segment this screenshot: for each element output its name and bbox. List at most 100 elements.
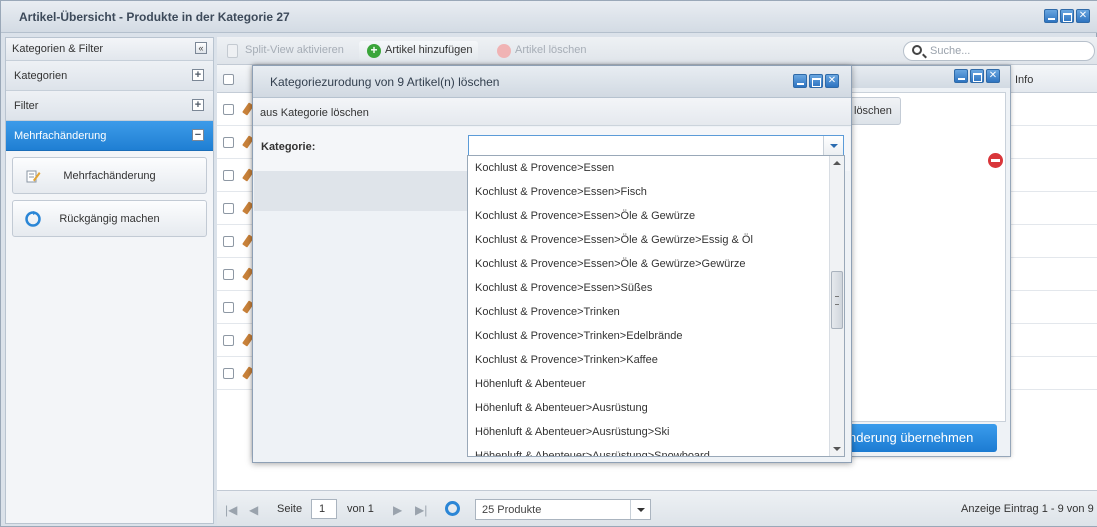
sidebar-section-label: Mehrfachänderung bbox=[14, 130, 107, 142]
pager: |◀ ◀ Seite 1 von 1 ▶ ▶| 25 Produkte Anze… bbox=[217, 490, 1097, 526]
row-checkbox[interactable] bbox=[223, 104, 234, 115]
collapse-icon[interactable]: « bbox=[195, 42, 207, 54]
close-icon[interactable]: ✕ bbox=[986, 69, 1000, 83]
dropdown-item[interactable]: Kochlust & Provence>Trinken>Kaffee bbox=[468, 348, 844, 372]
row-checkbox[interactable] bbox=[223, 269, 234, 280]
scroll-down-icon[interactable] bbox=[833, 447, 841, 455]
dropdown-item[interactable]: Höhenluft & Abenteuer>Ausrüstung>Snowboa… bbox=[468, 444, 844, 456]
page-label: Seite bbox=[277, 503, 303, 515]
sidebar: Kategorien & Filter « Kategorien + Filte… bbox=[5, 37, 214, 524]
add-icon: + bbox=[367, 44, 381, 58]
scrollbar-thumb[interactable] bbox=[831, 271, 843, 329]
dropdown-scrollbar[interactable] bbox=[829, 156, 844, 456]
column-header-info[interactable]: Info bbox=[1015, 74, 1033, 86]
row-checkbox[interactable] bbox=[223, 203, 234, 214]
next-page-icon[interactable]: ▶ bbox=[393, 503, 402, 517]
toolbar: Split-View aktivieren + Artikel hinzufüg… bbox=[217, 37, 1097, 65]
add-article-label: Artikel hinzufügen bbox=[385, 44, 473, 56]
dialog-controls: ✕ bbox=[793, 74, 839, 88]
action-label: Mehrfachänderung bbox=[63, 170, 156, 182]
split-view-button[interactable]: Split-View aktivieren bbox=[219, 41, 350, 61]
main-titlebar: Artikel-Übersicht - Produkte in der Kate… bbox=[1, 1, 1097, 33]
dropdown-item[interactable]: Kochlust & Provence>Essen>Öle & Gewürze>… bbox=[468, 252, 844, 276]
action-label: Rückgängig machen bbox=[59, 213, 160, 225]
row-checkbox[interactable] bbox=[223, 170, 234, 181]
delete-article-label: Artikel löschen bbox=[515, 44, 587, 56]
dropdown-item[interactable]: Höhenluft & Abenteuer>Ausrüstung bbox=[468, 396, 844, 420]
add-article-button[interactable]: + Artikel hinzufügen bbox=[359, 41, 479, 61]
page-number-input[interactable]: 1 bbox=[311, 499, 337, 519]
page-number-value: 1 bbox=[319, 503, 326, 515]
mehrfachaenderung-button[interactable]: Mehrfachänderung bbox=[12, 157, 207, 194]
page-size-value: 25 Produkte bbox=[482, 504, 542, 516]
split-view-label: Split-View aktivieren bbox=[245, 44, 344, 56]
sidebar-section-kategorien[interactable]: Kategorien + bbox=[6, 61, 213, 91]
minimize-icon[interactable] bbox=[1044, 9, 1058, 23]
dropdown-item[interactable]: Kochlust & Provence>Essen>Süßes bbox=[468, 276, 844, 300]
first-page-icon[interactable]: |◀ bbox=[225, 503, 237, 517]
sidebar-header: Kategorien & Filter « bbox=[6, 38, 213, 61]
loeschen-label: löschen bbox=[854, 105, 892, 117]
row-checkbox[interactable] bbox=[223, 236, 234, 247]
dialog-lower-panel bbox=[254, 171, 468, 211]
search-icon bbox=[912, 45, 922, 55]
maximize-icon[interactable] bbox=[809, 74, 823, 88]
dropdown-item[interactable]: Kochlust & Provence>Essen>Öle & Gewürze>… bbox=[468, 228, 844, 252]
close-icon[interactable]: ✕ bbox=[1076, 9, 1090, 23]
last-page-icon[interactable]: ▶| bbox=[415, 503, 427, 517]
expand-icon[interactable]: + bbox=[192, 69, 204, 81]
dropdown-item[interactable]: Höhenluft & Abenteuer bbox=[468, 372, 844, 396]
window-controls: ✕ bbox=[1044, 9, 1090, 23]
dialog-subtitle-bar: aus Kategorie löschen bbox=[253, 98, 851, 126]
background-dialog-controls: ✕ bbox=[954, 69, 1000, 83]
category-dropdown-list[interactable]: Kochlust & Provence>Essen Kochlust & Prov… bbox=[467, 155, 845, 457]
delete-icon bbox=[497, 44, 511, 58]
dropdown-items: Kochlust & Provence>Essen Kochlust & Prov… bbox=[468, 156, 844, 456]
sidebar-header-label: Kategorien & Filter bbox=[12, 43, 104, 55]
chevron-down-icon[interactable] bbox=[630, 500, 650, 519]
row-checkbox[interactable] bbox=[223, 335, 234, 346]
search-placeholder: Suche... bbox=[930, 45, 971, 57]
category-label: Kategorie: bbox=[261, 141, 316, 153]
row-checkbox[interactable] bbox=[223, 137, 234, 148]
chevron-down-icon[interactable] bbox=[823, 136, 843, 157]
main-window: Artikel-Übersicht - Produkte in der Kate… bbox=[0, 0, 1097, 527]
sidebar-section-label: Kategorien bbox=[14, 70, 68, 82]
search-input[interactable]: Suche... bbox=[903, 41, 1095, 61]
dropdown-item[interactable]: Kochlust & Provence>Essen bbox=[468, 156, 844, 180]
page-of-label: von 1 bbox=[347, 503, 374, 515]
apply-changes-button[interactable]: nderung übernehmen bbox=[837, 424, 997, 452]
apply-changes-label: nderung übernehmen bbox=[849, 430, 974, 445]
minimize-icon[interactable] bbox=[954, 69, 968, 83]
minimize-icon[interactable] bbox=[793, 74, 807, 88]
dropdown-item[interactable]: Höhenluft & Abenteuer>Ausrüstung>Ski bbox=[468, 420, 844, 444]
split-view-icon bbox=[227, 44, 238, 58]
window-title: Artikel-Übersicht - Produkte in der Kate… bbox=[19, 10, 290, 24]
expand-icon[interactable]: + bbox=[192, 99, 204, 111]
row-checkbox[interactable] bbox=[223, 302, 234, 313]
dialog-title: Kategoriezurodung von 9 Artikel(n) lösch… bbox=[270, 75, 500, 89]
scroll-up-icon[interactable] bbox=[833, 157, 841, 165]
delete-article-button[interactable]: Artikel löschen bbox=[489, 41, 593, 61]
select-all-checkbox[interactable] bbox=[223, 74, 234, 85]
maximize-icon[interactable] bbox=[1060, 9, 1074, 23]
undo-button[interactable]: Rückgängig machen bbox=[12, 200, 207, 237]
dialog-titlebar: Kategoriezurodung von 9 Artikel(n) lösch… bbox=[253, 66, 851, 98]
page-size-select[interactable]: 25 Produkte bbox=[475, 499, 651, 520]
dropdown-item[interactable]: Kochlust & Provence>Essen>Fisch bbox=[468, 180, 844, 204]
remove-icon[interactable] bbox=[988, 153, 1003, 168]
sidebar-section-mehrfachaenderung[interactable]: Mehrfachänderung − bbox=[6, 121, 213, 151]
close-icon[interactable]: ✕ bbox=[825, 74, 839, 88]
prev-page-icon[interactable]: ◀ bbox=[249, 503, 258, 517]
maximize-icon[interactable] bbox=[970, 69, 984, 83]
refresh-icon[interactable] bbox=[445, 501, 460, 516]
sidebar-section-filter[interactable]: Filter + bbox=[6, 91, 213, 121]
pager-summary: Anzeige Eintrag 1 - 9 von 9 bbox=[961, 503, 1094, 515]
dropdown-item[interactable]: Kochlust & Provence>Trinken bbox=[468, 300, 844, 324]
dropdown-item[interactable]: Kochlust & Provence>Essen>Öle & Gewürze bbox=[468, 204, 844, 228]
dropdown-item[interactable]: Kochlust & Provence>Trinken>Edelbrände bbox=[468, 324, 844, 348]
sidebar-section-label: Filter bbox=[14, 100, 39, 112]
collapse-section-icon[interactable]: − bbox=[192, 129, 204, 141]
row-checkbox[interactable] bbox=[223, 368, 234, 379]
dialog-subtitle: aus Kategorie löschen bbox=[260, 107, 369, 119]
